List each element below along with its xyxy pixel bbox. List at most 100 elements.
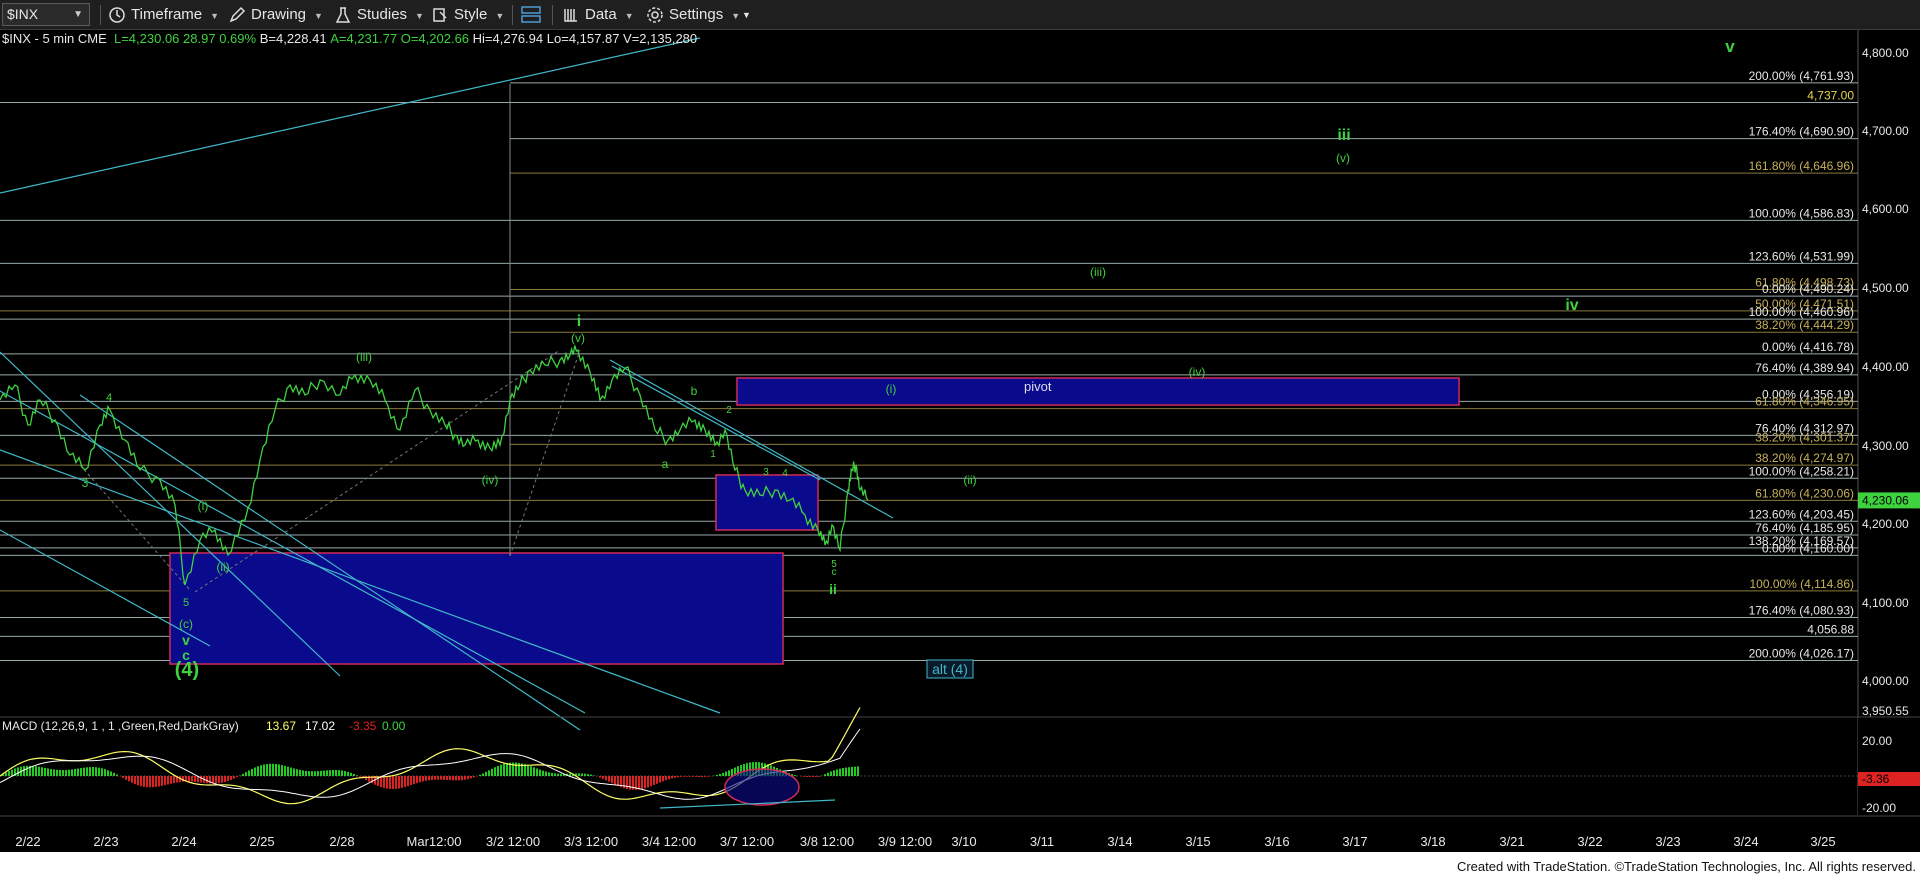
fib-level-label: 0.00% (4,160.00) [1762,541,1854,555]
macd-hist-value: -3.35 [349,719,377,733]
divergence-marker [724,768,800,806]
price-axis-label: 4,300.00 [1862,439,1909,453]
layout-button[interactable] [520,0,547,30]
pct-change: 0.69% [219,31,257,46]
wave-label: (ii) [963,473,976,487]
fib-level-label: 76.40% (4,389.94) [1755,361,1854,375]
wave-label: a [662,457,669,471]
chevron-down-icon: ▼ [742,10,751,20]
date-axis-label: 3/7 12:00 [720,834,774,849]
alt-wave-label: alt (4) [932,661,968,677]
toolbar-divider [100,5,101,25]
bid-price: B=4,228.41 [259,31,327,46]
date-axis-label: 3/16 [1264,834,1289,849]
price-chart[interactable]: 4,800.00 4,700.00 4,600.00 4,500.00 4,400.00… [0,30,1920,852]
wave-label: 4 [782,468,788,479]
date-axis-label: 2/23 [93,834,118,849]
macd-signal-value: 17.02 [305,719,335,733]
style-menu[interactable]: Style ▼ [431,0,504,30]
wave-label: (v) [1336,151,1350,165]
last-price: L=4,230.06 [113,31,180,46]
toolbar-overflow[interactable]: ▼ [742,0,751,30]
date-axis-label: 2/24 [171,834,196,849]
studies-label: Studies [357,6,408,23]
data-label: Data [585,6,617,23]
macd-value: 13.67 [266,719,296,733]
date-axis-label: 3/10 [951,834,976,849]
date-axis-label: 3/21 [1499,834,1524,849]
fib-level-label: 61.80% (4,230.06) [1755,486,1854,500]
high-price: Hi=4,276.94 [472,31,544,46]
fib-level-label: 100.00% (4,586.83) [1749,206,1854,220]
fib-level-label: 176.40% (4,080.93) [1749,603,1854,617]
price-axis-label: 4,400.00 [1862,360,1909,374]
wave-label: (i) [198,499,209,513]
fib-level-label: 4,056.88 [1807,622,1854,636]
wave-label: v [1725,37,1735,56]
fib-level-label: 100.00% (4,258.21) [1749,464,1854,478]
macd-legend-name: MACD (12,26,9, 1 , 1 ,Green,Red,DarkGray… [2,719,239,733]
wave-label: v [182,632,190,648]
net-change: 28.97 [183,31,216,46]
wave-label: c [832,567,837,578]
chevron-down-icon: ▼ [314,11,323,21]
macd-axis-label: 20.00 [1862,734,1892,748]
wave-label: 2 [726,405,732,416]
price-axis-label: 4,700.00 [1862,124,1909,138]
fib-level-label: 176.40% (4,690.90) [1749,125,1854,139]
symbol-text: $INX [7,6,39,22]
wave-label: iii [1337,127,1350,144]
grid-icon [564,9,577,22]
wave-label: 3 [763,467,769,478]
price-axis-label: 4,200.00 [1862,517,1909,531]
symbol-input[interactable]: $INX ▼ [2,3,90,26]
gear-icon [647,7,663,23]
fib-level-label: 123.60% (4,531.99) [1749,249,1854,263]
wave-label: (iv) [1189,365,1206,379]
target-zone-box [169,552,784,665]
timeframe-menu[interactable]: Timeframe ▼ [108,0,219,30]
price-axis-label: 3,950.55 [1862,704,1909,718]
wave-label: (iii) [356,350,372,364]
fib-level-label: 38.20% (4,301.37) [1755,430,1854,444]
drawing-label: Drawing [251,6,307,23]
fib-level-label: 4,737.00 [1807,88,1854,102]
studies-menu[interactable]: Studies ▼ [334,0,424,30]
date-axis-label: 3/25 [1810,834,1835,849]
date-axis-label: 3/14 [1107,834,1132,849]
price-axis-label: 4,800.00 [1862,46,1909,60]
data-menu[interactable]: Data ▼ [562,0,634,30]
wave-label: (v) [571,331,585,345]
price-axis-label: 4,500.00 [1862,281,1909,295]
chevron-down-icon: ▼ [73,9,83,20]
date-axis-label: 3/9 12:00 [878,834,932,849]
volume: V=2,135,280 [623,31,698,46]
date-axis-label: 3/8 12:00 [800,834,854,849]
chevron-down-icon: ▼ [731,11,741,21]
ask-price: A=4,231.77 [330,31,398,46]
toolbar-divider [512,5,513,25]
fib-level-label: 38.20% (4,444.29) [1755,318,1854,332]
pivot-label: pivot [1024,379,1052,394]
wave-label: 1 [710,449,716,460]
date-axis-label: 3/23 [1655,834,1680,849]
credit-text: Created with TradeStation. ©TradeStation… [1456,859,1916,874]
fib-level-label: 0.00% (4,416.78) [1762,340,1854,354]
date-axis-label: 3/18 [1420,834,1445,849]
clock-icon [109,7,125,23]
settings-menu[interactable]: Settings ▼ [646,0,740,30]
macd-zero-value: 0.00 [382,719,406,733]
drawing-menu[interactable]: Drawing ▼ [228,0,323,30]
chart-toolbar: $INX ▼ Timeframe ▼ Drawing ▼ Studies ▼ Styl… [0,0,1920,30]
wave-label: iv [1565,297,1578,314]
wave-label: (iii) [1090,265,1106,279]
trend-channel-line [0,37,701,194]
quote-info-bar: $INX - 5 min CME L=4,230.06 28.97 0.69% … [2,31,697,46]
wave-label: 5 [183,597,189,609]
settings-label: Settings [669,6,724,23]
fib-level-label: 0.00% (4,490.24) [1762,282,1854,296]
fib-level-label: 100.00% (4,460.96) [1749,305,1854,319]
fib-level-label: 161.80% (4,646.96) [1749,159,1854,173]
date-axis-label: 2/28 [329,834,354,849]
date-axis-label: 3/17 [1342,834,1367,849]
